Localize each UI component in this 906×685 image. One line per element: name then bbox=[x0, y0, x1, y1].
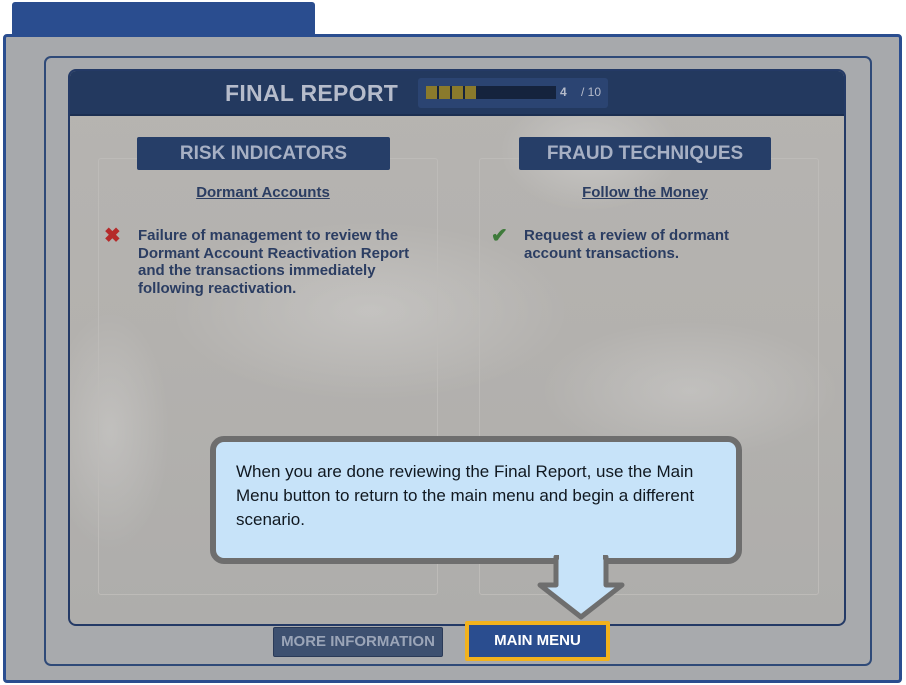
callout-text: When you are done reviewing the Final Re… bbox=[236, 462, 695, 529]
more-information-button[interactable]: MORE INFORMATION bbox=[273, 627, 443, 657]
main-menu-button[interactable]: MAIN MENU bbox=[465, 621, 610, 661]
page-title: FINAL REPORT bbox=[225, 80, 399, 106]
risk-indicators-heading: RISK INDICATORS bbox=[137, 137, 390, 170]
fraud-item-text: Request a review of dormant account tran… bbox=[524, 227, 730, 262]
report-header: FINAL REPORT 4 / 10 bbox=[70, 71, 844, 116]
x-mark-icon: ✖ bbox=[104, 225, 121, 247]
arrow-down-icon bbox=[537, 555, 625, 620]
progress-indicator: 4 / 10 bbox=[418, 78, 608, 108]
progress-current: 4 bbox=[560, 85, 567, 99]
progress-segment bbox=[426, 86, 437, 99]
fraud-subheading: Follow the Money bbox=[582, 184, 708, 201]
checkmark-icon: ✔ bbox=[491, 225, 508, 247]
progress-segment bbox=[439, 86, 450, 99]
fraud-techniques-heading: FRAUD TECHNIQUES bbox=[519, 137, 771, 170]
window-frame: FINAL REPORT 4 / 10 bbox=[3, 34, 902, 683]
risk-item-text: Failure of management to review the Dorm… bbox=[138, 227, 410, 297]
tutorial-callout: When you are done reviewing the Final Re… bbox=[210, 436, 742, 564]
progress-segment bbox=[452, 86, 463, 99]
progress-segment bbox=[465, 86, 476, 99]
risk-subheading: Dormant Accounts bbox=[196, 184, 330, 201]
progress-total: / 10 bbox=[581, 85, 602, 99]
progress-track bbox=[426, 86, 556, 99]
progress-fill bbox=[426, 86, 476, 99]
